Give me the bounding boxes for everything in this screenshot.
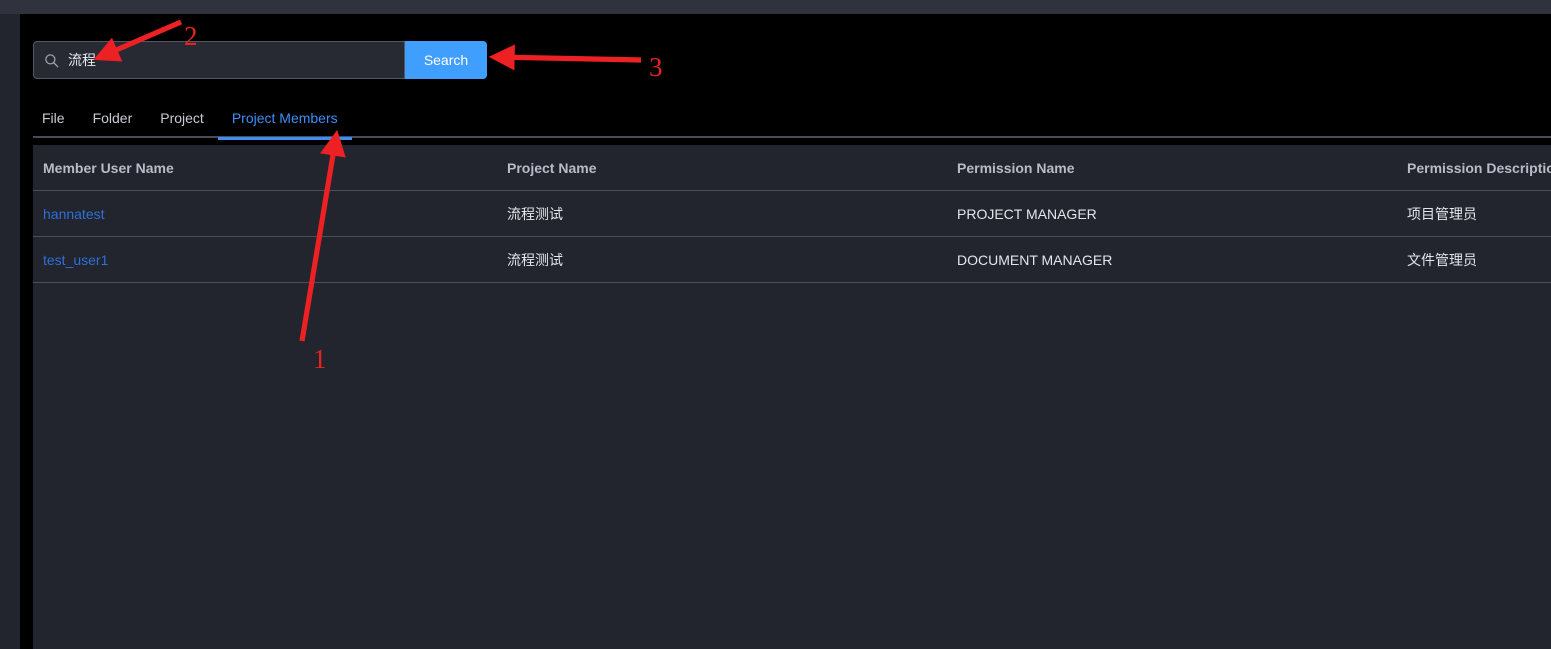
tab-list: File Folder Project Project Members: [33, 98, 1551, 140]
main-content: Search File Folder Project Project Membe…: [33, 14, 1551, 649]
cell-project-name: 流程测试: [497, 190, 947, 237]
cell-permission-description: 项目管理员: [1397, 190, 1551, 237]
column-header-project-name[interactable]: Project Name: [497, 145, 947, 191]
search-input[interactable]: [68, 52, 394, 68]
table-header-row: Member User Name Project Name Permission…: [33, 145, 1551, 191]
column-header-permission-name[interactable]: Permission Name: [947, 145, 1397, 191]
cell-permission-name: DOCUMENT MANAGER: [947, 236, 1397, 283]
left-rail: [0, 14, 20, 649]
cell-permission-description: 文件管理员: [1397, 236, 1551, 283]
tab-bar: File Folder Project Project Members: [33, 98, 1551, 142]
cell-project-name: 流程测试: [497, 236, 947, 283]
column-header-member-user-name[interactable]: Member User Name: [33, 145, 497, 191]
project-members-table-container: Member User Name Project Name Permission…: [33, 145, 1551, 649]
app-window: Search File Folder Project Project Membe…: [0, 0, 1551, 649]
cell-permission-name: PROJECT MANAGER: [947, 190, 1397, 237]
table-header: Member User Name Project Name Permission…: [33, 145, 1551, 191]
table-row[interactable]: test_user1 流程测试 DOCUMENT MANAGER 文件管理员: [33, 236, 1551, 283]
column-header-permission-description[interactable]: Permission Description: [1397, 145, 1551, 191]
member-user-name-link[interactable]: hannatest: [43, 206, 105, 222]
window-title-bar: [0, 0, 1551, 14]
tab-folder[interactable]: Folder: [79, 98, 147, 138]
table-body: hannatest 流程测试 PROJECT MANAGER 项目管理员 tes…: [33, 190, 1551, 283]
cell-member-user-name: test_user1: [33, 236, 497, 283]
project-members-table: Member User Name Project Name Permission…: [33, 145, 1551, 283]
cell-member-user-name: hannatest: [33, 190, 497, 237]
tab-file[interactable]: File: [33, 98, 79, 138]
table-row[interactable]: hannatest 流程测试 PROJECT MANAGER 项目管理员: [33, 190, 1551, 237]
search-icon: [44, 53, 59, 68]
search-button[interactable]: Search: [405, 41, 487, 79]
tab-project[interactable]: Project: [146, 98, 218, 138]
table-empty-area: [33, 424, 1551, 649]
tab-project-members[interactable]: Project Members: [217, 98, 352, 140]
search-row: Search: [33, 41, 487, 79]
search-field-wrapper[interactable]: [33, 41, 405, 79]
member-user-name-link[interactable]: test_user1: [43, 252, 108, 268]
